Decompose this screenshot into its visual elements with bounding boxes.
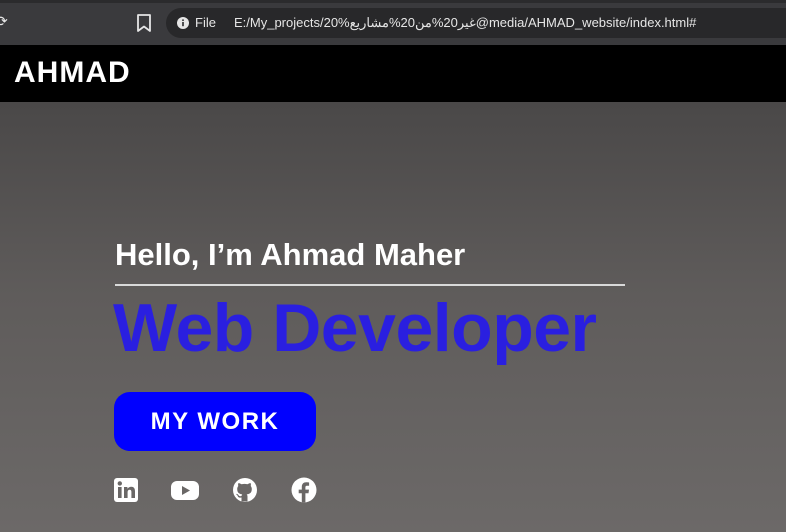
hero-title: Web Developer [113,290,597,366]
bookmark-icon[interactable] [135,13,153,33]
linkedin-icon[interactable] [113,477,139,503]
my-work-button[interactable]: MY WORK [114,392,316,451]
youtube-icon[interactable] [170,477,200,503]
site-logo[interactable]: AHMAD [14,55,131,91]
file-label: File [195,15,216,30]
hero-greeting: Hello, I’m Ahmad Maher [115,237,466,272]
hero-divider [115,284,625,286]
facebook-icon[interactable] [291,477,317,503]
reload-icon[interactable]: ⟳ [0,14,8,28]
url-text[interactable]: E:/My_projects/20%غير20%من20%مشاريع@medi… [234,15,696,31]
github-icon[interactable] [232,477,258,503]
info-icon[interactable] [177,17,189,29]
